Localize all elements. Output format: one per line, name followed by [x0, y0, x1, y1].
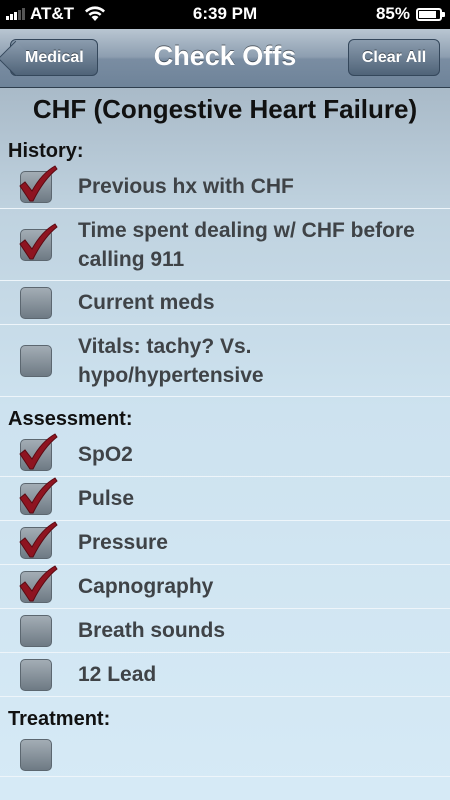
- checklist-row[interactable]: 12 Lead: [0, 653, 450, 697]
- checklist-item-label: Pressure: [78, 531, 168, 554]
- checklist-row[interactable]: Pressure: [0, 520, 450, 565]
- checklist-row[interactable]: Current meds: [0, 281, 450, 325]
- checklist-row[interactable]: SpO2: [0, 432, 450, 477]
- checkmark-icon: [19, 222, 58, 259]
- checklist-item-label: Current meds: [78, 291, 215, 314]
- checkbox[interactable]: [20, 286, 52, 319]
- checkbox[interactable]: [20, 344, 52, 377]
- checkbox[interactable]: [19, 476, 58, 515]
- checkmark-icon: [19, 164, 58, 201]
- checklist-row[interactable]: Time spent dealing w/ CHF before calling…: [0, 209, 450, 281]
- checkbox[interactable]: [19, 520, 58, 559]
- checklist-item-label: Previous hx with CHF: [78, 175, 294, 198]
- navigation-bar: Check Offs Medical Clear All: [0, 29, 450, 88]
- checklist-row[interactable]: Breath sounds: [0, 609, 450, 653]
- checkbox[interactable]: [19, 432, 58, 471]
- checkbox[interactable]: [20, 614, 52, 647]
- checkmark-icon: [19, 432, 58, 469]
- checklist-item-label: Capnography: [78, 575, 214, 598]
- checklist-item-label: 12 Lead: [78, 663, 157, 686]
- battery-icon: [416, 7, 445, 21]
- checkbox[interactable]: [20, 658, 52, 691]
- checklist-row-partial[interactable]: [0, 733, 450, 777]
- page-title: CHF (Congestive Heart Failure): [32, 94, 418, 124]
- history-section: Previous hx with CHF Time spent dealing …: [0, 164, 450, 397]
- clear-all-button[interactable]: Clear All: [348, 39, 440, 76]
- checkmark-icon: [19, 564, 58, 601]
- battery-fill: [419, 10, 436, 18]
- checkbox[interactable]: [19, 164, 58, 203]
- assessment-section: SpO2 Pulse Pressure Capnography Breath s…: [0, 432, 450, 697]
- checkmark-icon: [19, 520, 58, 557]
- checkmark-icon: [19, 476, 58, 513]
- status-bar: AT&T 6:39 PM 85%: [0, 0, 450, 29]
- checklist-item-label: Time spent dealing w/ CHF before calling…: [78, 219, 415, 271]
- checklist-row[interactable]: Pulse: [0, 476, 450, 521]
- section-header-treatment: Treatment:: [8, 708, 111, 730]
- battery-percentage: 85%: [375, 4, 410, 23]
- checklist-item-label: SpO2: [78, 443, 133, 466]
- back-button[interactable]: Medical: [0, 39, 98, 77]
- checklist-item-label: Vitals: tachy? Vs. hypo/hypertensive: [78, 335, 264, 387]
- checklist-row[interactable]: Previous hx with CHF: [0, 164, 450, 209]
- checklist-content[interactable]: CHF (Congestive Heart Failure) History: …: [0, 88, 450, 800]
- section-header-history: History:: [8, 140, 84, 162]
- back-button-label: Medical: [25, 49, 84, 66]
- checklist-row[interactable]: Vitals: tachy? Vs. hypo/hypertensive: [0, 325, 450, 397]
- checkbox[interactable]: [20, 738, 52, 771]
- checklist-row[interactable]: Capnography: [0, 564, 450, 609]
- checklist-item-label: Breath sounds: [78, 619, 226, 642]
- checkbox[interactable]: [19, 564, 58, 603]
- checkbox[interactable]: [19, 222, 58, 261]
- section-header-assessment: Assessment:: [8, 408, 133, 430]
- status-right: 85%: [375, 4, 445, 24]
- checklist-item-label: Pulse: [78, 487, 135, 510]
